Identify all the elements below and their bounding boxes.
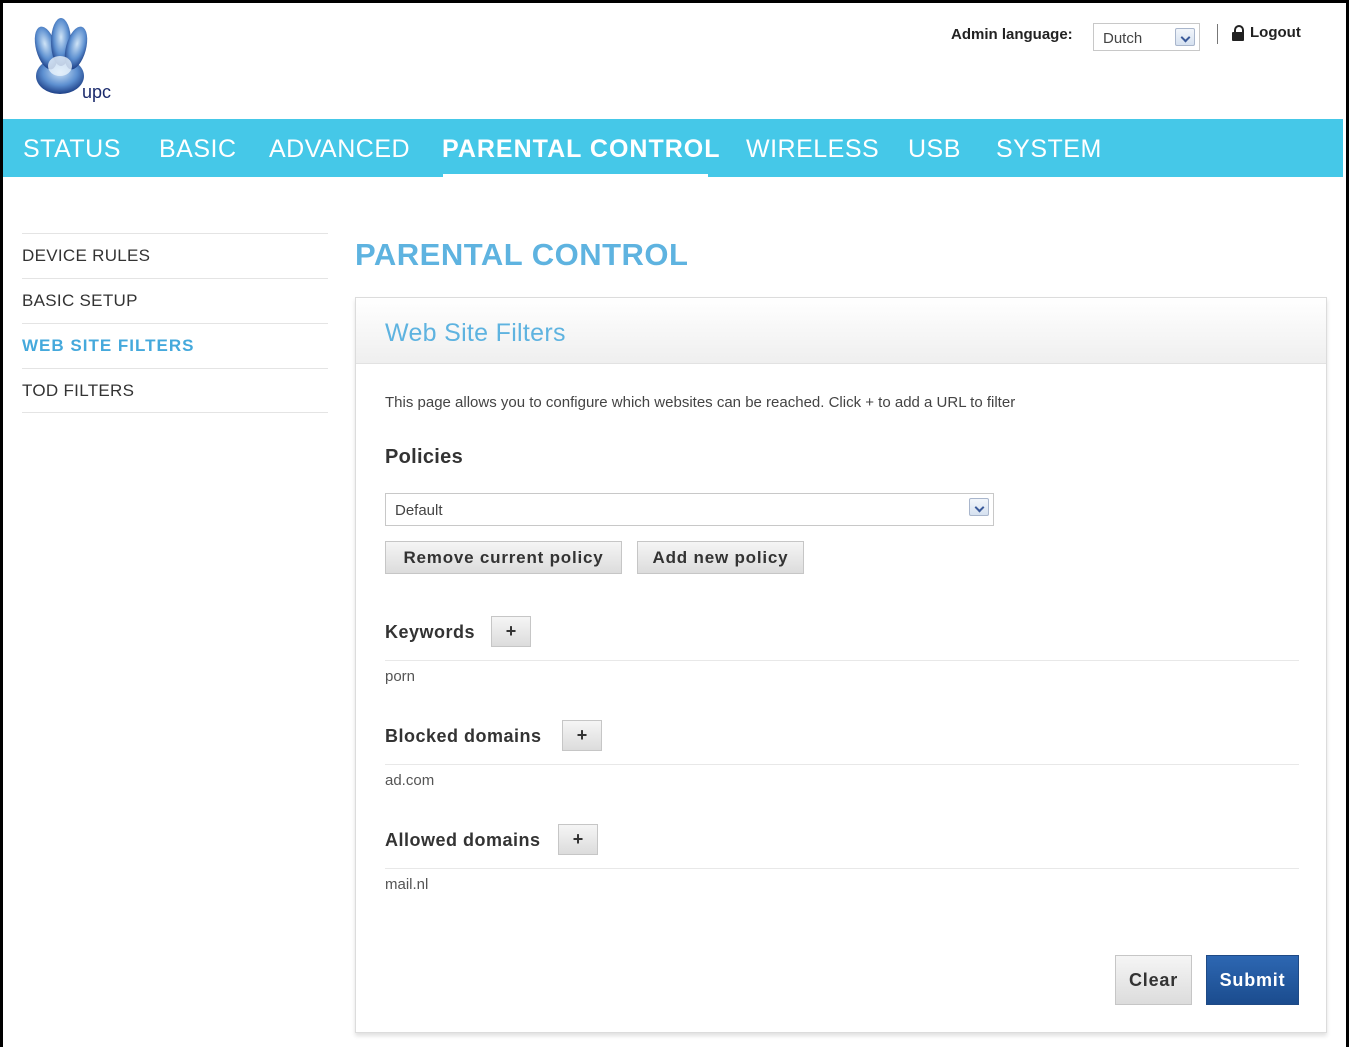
keywords-divider <box>385 660 1299 661</box>
submit-button[interactable]: Submit <box>1206 955 1299 1005</box>
nav-item-status[interactable]: STATUS <box>23 135 121 164</box>
panel-description: This page allows you to configure which … <box>385 394 1016 411</box>
sidebar-item-web-site-filters[interactable]: WEB SITE FILTERS <box>22 323 328 368</box>
sidebar-item-device-rules[interactable]: DEVICE RULES <box>22 233 328 278</box>
panel-title: Web Site Filters <box>385 319 566 347</box>
sidebar-item-basic-setup[interactable]: BASIC SETUP <box>22 278 328 323</box>
chevron-down-icon[interactable] <box>1175 28 1195 46</box>
add-new-policy-button[interactable]: Add new policy <box>637 541 804 574</box>
policy-select[interactable]: Default <box>385 493 994 526</box>
nav-item-parental-control[interactable]: PARENTAL CONTROL <box>442 135 721 164</box>
sidebar: DEVICE RULES BASIC SETUP WEB SITE FILTER… <box>22 233 328 413</box>
allowed-domains-divider <box>385 868 1299 869</box>
lock-icon <box>1232 24 1244 41</box>
allowed-domains-heading: Allowed domains <box>385 830 541 850</box>
nav-item-advanced[interactable]: ADVANCED <box>269 135 410 164</box>
language-select-value: Dutch <box>1103 30 1143 47</box>
nav-item-usb[interactable]: USB <box>908 135 961 164</box>
nav-item-system[interactable]: SYSTEM <box>996 135 1102 164</box>
blocked-domains-heading: Blocked domains <box>385 726 542 746</box>
logout-label: Logout <box>1250 24 1301 41</box>
logo-text: upc <box>82 82 112 102</box>
policies-heading: Policies <box>385 446 463 468</box>
web-site-filters-panel: Web Site Filters This page allows you to… <box>355 297 1327 1033</box>
clear-button[interactable]: Clear <box>1115 955 1192 1005</box>
upc-logo[interactable] <box>30 16 130 106</box>
nav-active-underline <box>443 174 708 177</box>
chevron-down-icon[interactable] <box>969 498 989 516</box>
sidebar-item-tod-filters[interactable]: TOD FILTERS <box>22 368 328 413</box>
keywords-heading: Keywords <box>385 622 476 642</box>
blocked-domains-divider <box>385 764 1299 765</box>
language-select[interactable]: Dutch <box>1093 23 1200 51</box>
keyword-entry: porn <box>385 668 416 685</box>
nav-item-basic[interactable]: BASIC <box>159 135 237 164</box>
header-separator <box>1217 24 1218 44</box>
upc-logo-icon <box>34 18 88 94</box>
add-blocked-domain-button[interactable]: + <box>562 720 602 751</box>
nav-item-wireless[interactable]: WIRELESS <box>746 135 879 164</box>
admin-language-label: Admin language: <box>951 26 1073 43</box>
allowed-domain-entry: mail.nl <box>385 876 429 893</box>
logout-link[interactable]: Logout <box>1232 24 1301 41</box>
page-title: PARENTAL CONTROL <box>355 237 689 272</box>
add-allowed-domain-button[interactable]: + <box>558 824 598 855</box>
main-nav: STATUS BASIC ADVANCED PARENTAL CONTROL W… <box>3 119 1343 177</box>
policy-select-value: Default <box>395 502 443 519</box>
remove-current-policy-button[interactable]: Remove current policy <box>385 541 622 574</box>
blocked-domain-entry: ad.com <box>385 772 435 789</box>
add-keyword-button[interactable]: + <box>491 616 531 647</box>
